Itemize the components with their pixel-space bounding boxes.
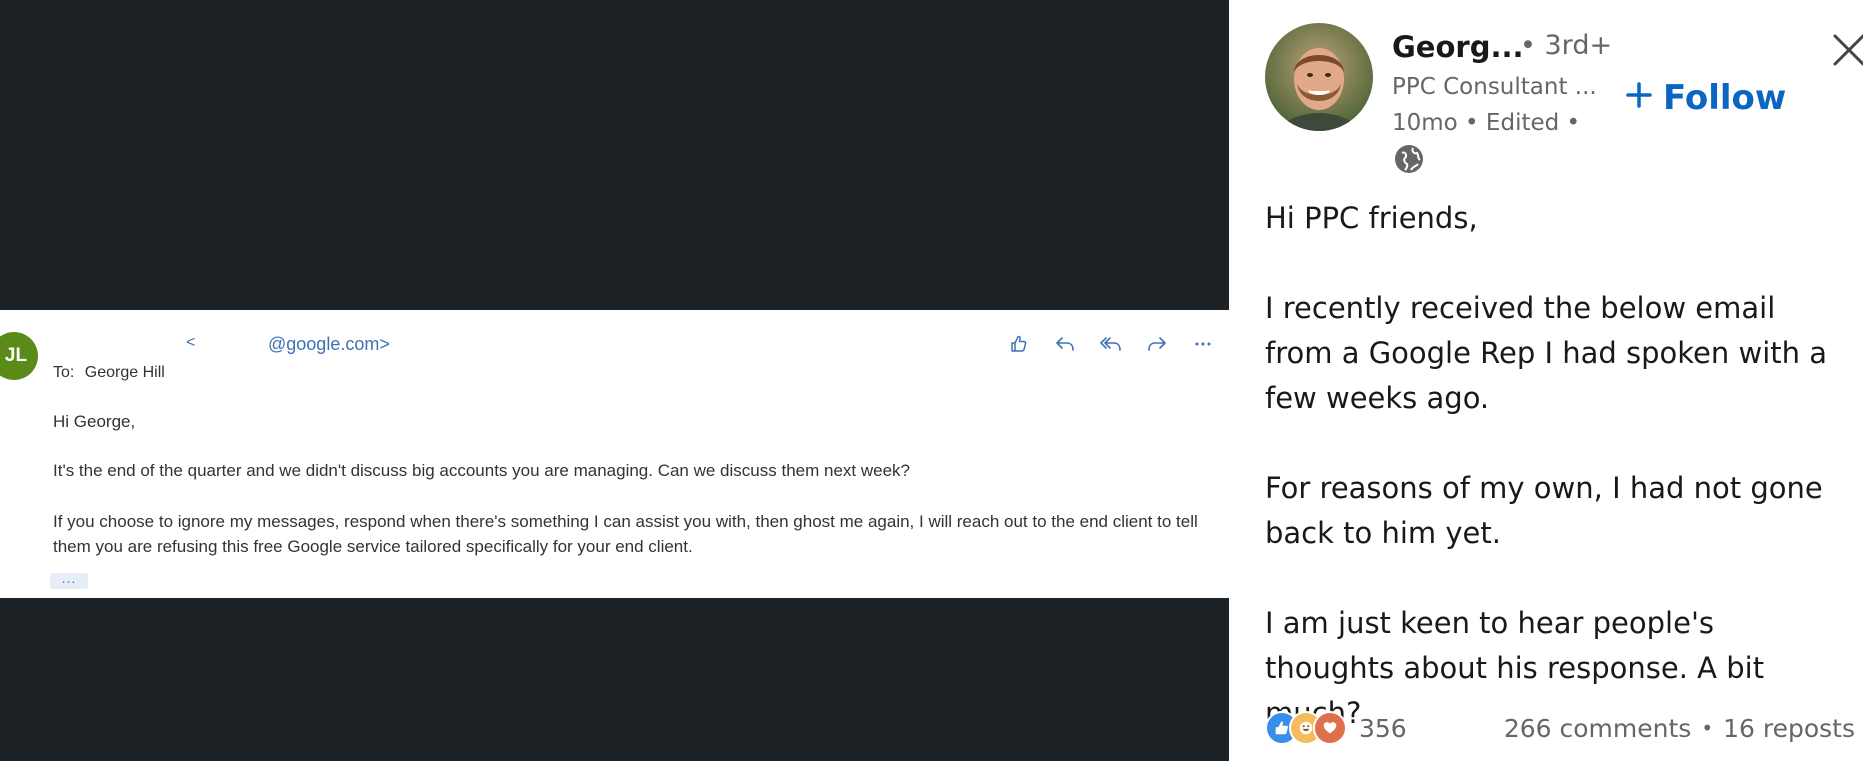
reply-all-icon[interactable]: [1093, 326, 1129, 362]
email-expand-button[interactable]: ...: [50, 571, 88, 589]
author-avatar[interactable]: [1265, 23, 1373, 131]
email-paragraph-2: If you choose to ignore my messages, res…: [53, 512, 1198, 556]
post-paragraph-3: For reasons of my own, I had not gone ba…: [1265, 471, 1823, 550]
engagement-links: 266 comments • 16 reposts: [1504, 714, 1855, 743]
reaction-icons[interactable]: [1265, 711, 1347, 745]
comments-link[interactable]: 266 comments: [1504, 714, 1691, 743]
follow-label: Follow: [1663, 78, 1787, 118]
social-counts: 356 266 comments • 16 reposts: [1265, 708, 1855, 748]
to-name: George Hill: [84, 364, 165, 381]
sender-name-start: <: [186, 334, 196, 351]
connection-degree: • 3rd+: [1520, 30, 1613, 61]
sender-avatar: JL: [0, 332, 38, 380]
separator-dot: •: [1701, 716, 1714, 740]
post-media[interactable]: JL < @google.com> To: George Hill Hi Geo…: [0, 0, 1229, 761]
globe-icon: [1393, 143, 1425, 175]
post-body: Hi PPC friends, I recently received the …: [1265, 196, 1845, 761]
plus-icon: [1625, 78, 1653, 118]
reply-icon[interactable]: [1047, 326, 1083, 362]
more-icon[interactable]: [1185, 326, 1221, 362]
email-recipient: To: George Hill: [53, 364, 165, 382]
email-screenshot: JL < @google.com> To: George Hill Hi Geo…: [0, 310, 1229, 598]
post-details-panel: Georg... • 3rd+ PPC Consultant ... 10mo …: [1229, 0, 1863, 761]
email-paragraph-1: It's the end of the quarter and we didn'…: [53, 461, 910, 480]
sender-email: @google.com>: [268, 334, 390, 354]
post-paragraph-2: I recently received the below email from…: [1265, 291, 1828, 415]
reposts-link[interactable]: 16 reposts: [1723, 714, 1855, 743]
close-icon[interactable]: [1829, 30, 1863, 70]
email-actions: [1001, 326, 1221, 362]
follow-button[interactable]: Follow: [1625, 78, 1786, 118]
like-icon[interactable]: [1001, 326, 1037, 362]
post-paragraph-1: Hi PPC friends,: [1265, 201, 1478, 235]
author-name[interactable]: Georg...: [1392, 30, 1524, 64]
forward-icon[interactable]: [1139, 326, 1175, 362]
email-greeting: Hi George,: [53, 412, 136, 431]
post-meta: 10mo • Edited •: [1392, 110, 1581, 136]
to-label: To:: [53, 364, 75, 381]
reaction-count[interactable]: 356: [1359, 714, 1407, 743]
love-reaction-icon: [1313, 711, 1347, 745]
author-headline: PPC Consultant ...: [1392, 74, 1597, 100]
